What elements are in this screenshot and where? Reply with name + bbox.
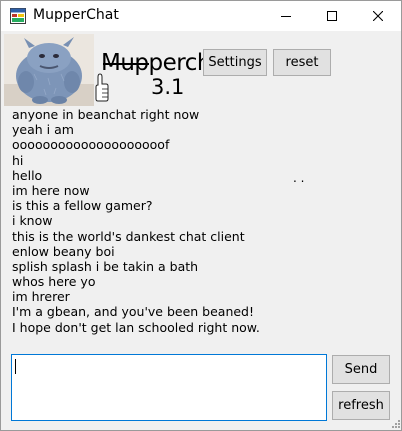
window-title: MupperChat (33, 7, 119, 23)
avatar-image (4, 34, 94, 106)
thumbs-up-icon (95, 73, 109, 102)
close-icon (373, 11, 383, 21)
minimize-button[interactable] (263, 1, 309, 31)
chat-message: hi (12, 152, 24, 168)
chat-message: enlow beany boi (12, 243, 115, 259)
chat-message: I hope don't get lan schooled right now. (12, 319, 260, 335)
app-icon (10, 8, 26, 24)
chat-message: im here now (12, 182, 90, 198)
refresh-button[interactable]: refresh (332, 391, 390, 420)
logo-version: 3.1 (151, 75, 185, 99)
app-window: MupperChat Mupperchat 3.1 Settings reset… (0, 0, 402, 431)
chat-message: this is the world's dankest chat client (12, 228, 245, 244)
resize-grip-icon[interactable] (391, 419, 401, 429)
logo-strike (103, 63, 149, 65)
chat-message: hello (12, 167, 43, 183)
reset-button[interactable]: reset (273, 49, 331, 76)
chat-message: im hrerer (12, 289, 70, 305)
title-bar[interactable]: MupperChat (1, 1, 401, 31)
chat-message: i know (12, 213, 53, 229)
chat-message: is this a fellow gamer? (12, 198, 153, 214)
settings-button[interactable]: Settings (203, 49, 267, 76)
minimize-icon (281, 16, 291, 17)
message-input[interactable] (11, 354, 327, 421)
chat-message: whos here yo (12, 274, 96, 290)
chat-log[interactable]: anyone in beanchat right now yeah i am o… (12, 107, 392, 337)
maximize-button[interactable] (309, 1, 355, 31)
chat-message: oooooooooooooooooooof (12, 137, 170, 153)
chat-message: splish splash i be takin a bath (12, 258, 199, 274)
close-button[interactable] (355, 1, 401, 31)
chat-message: anyone in beanchat right now (12, 107, 200, 122)
stray-text: . . (293, 171, 305, 185)
chat-message: yeah i am (12, 122, 74, 138)
text-caret (15, 359, 16, 374)
send-button[interactable]: Send (332, 355, 390, 384)
chat-message: I'm a gbean, and you've been beaned! (12, 304, 255, 320)
maximize-icon (327, 11, 337, 21)
